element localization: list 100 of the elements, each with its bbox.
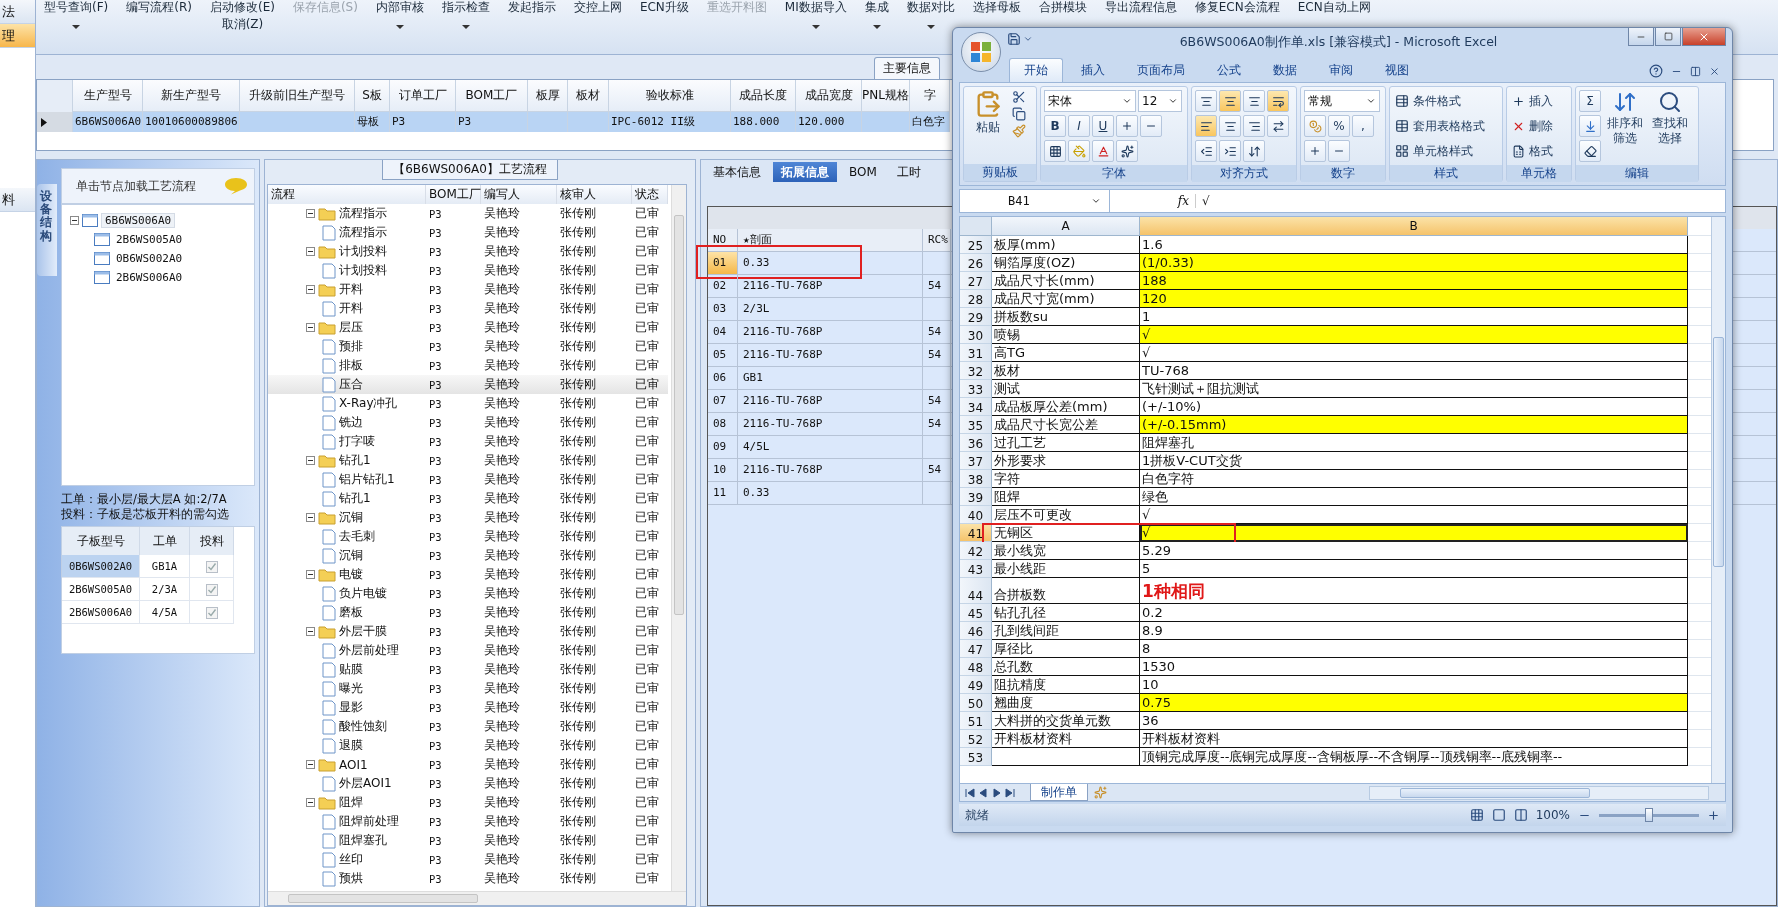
toolbar-button[interactable]: 选择母板 [972,0,1021,15]
toolbar-button[interactable]: ECN自动上网 [1297,0,1371,15]
toolbar-button[interactable]: 合拼模块 [1038,0,1087,15]
ribbon-tab[interactable]: 视图 [1371,58,1423,82]
close-icon[interactable] [1709,65,1720,77]
process-row[interactable]: 钻孔1 P3 吴艳玲 张传刚 已审 [268,489,668,508]
cut-icon[interactable] [1012,90,1026,104]
collapse-icon[interactable] [306,513,315,522]
group-tab[interactable]: 主要信息 [874,57,940,79]
align-top-icon[interactable] [1195,90,1217,112]
row-number[interactable]: 29 [960,308,992,326]
column-header[interactable]: S板 [355,80,390,112]
process-row[interactable]: 阻焊 P3 吴艳玲 张传刚 已审 [268,793,668,812]
column-header[interactable]: 生产型号 [73,80,143,112]
toolbar-button[interactable]: 型号查询(F) [44,0,109,15]
column-header[interactable]: 核审人 [557,185,632,204]
font-size-field[interactable]: 12 [1138,90,1182,112]
table-cell[interactable]: 1530 [1140,658,1688,676]
cells-button[interactable]: 删除 [1510,115,1555,137]
table-cell[interactable]: 开料板材资料 [1140,730,1688,748]
table-cell[interactable]: 10 [1140,676,1688,694]
table-cell[interactable]: 顶铜完成厚度--底铜完成厚度--含铜板厚--不含铜厚--顶残铜率--底残铜率-- [1140,748,1688,766]
process-row[interactable]: 负片电镀 P3 吴艳玲 张传刚 已审 [268,584,668,603]
process-row[interactable]: 沉铜 P3 吴艳玲 张传刚 已审 [268,546,668,565]
row-header[interactable] [37,112,73,132]
office-button[interactable] [961,32,1001,72]
table-cell[interactable]: 1 [1140,308,1688,326]
toolbar-button[interactable]: MI数据导入 [784,0,847,15]
column-header[interactable]: 成品长度 [731,80,796,112]
process-row[interactable]: 去毛刺 P3 吴艳玲 张传刚 已审 [268,527,668,546]
row-number[interactable]: 45 [960,604,992,622]
outdent-icon[interactable] [1195,140,1217,162]
column-header[interactable]: PNL规格 [862,80,910,112]
sheet-tab[interactable]: 制作单 [1030,784,1088,801]
toolbar-button[interactable]: 启动修改(E) [209,0,275,15]
row-number[interactable]: 01 [708,252,738,274]
table-cell[interactable]: 1种相同 [1140,578,1688,604]
table-cell[interactable]: (+/-0.15mm) [1140,416,1688,434]
table-cell[interactable]: 120 [1140,290,1688,308]
process-row[interactable]: 电镀 P3 吴艳玲 张传刚 已审 [268,565,668,584]
column-header[interactable]: 状态 [632,185,668,204]
checkbox[interactable] [205,584,218,596]
process-row[interactable]: 流程指示 P3 吴艳玲 张传刚 已审 [268,204,668,223]
table-cell[interactable]: 0B6WS002A0 [62,555,140,578]
table-cell[interactable]: 1拼板V-CUT交货 [1140,452,1688,470]
align-center-icon[interactable] [1219,115,1241,137]
row-number[interactable]: 32 [960,362,992,380]
column-header[interactable]: A [992,217,1140,236]
fill-down-icon[interactable] [1579,115,1601,137]
collapse-icon[interactable] [306,570,315,579]
function-button[interactable]: fx [1116,194,1196,208]
table-cell[interactable]: 0.75 [1140,694,1688,712]
sidebar-item[interactable]: 料 [0,188,35,212]
toolbar-button[interactable]: 内部审核 [375,0,424,15]
paste-button[interactable]: 粘贴 [967,90,1009,161]
vertical-tab[interactable]: 设备结构 [37,184,57,276]
grid-row[interactable]: 6B6WS006A0 10010600089806 母板 P3 P3 IPC-6012 II级 188.000 120.000 白色字 [37,112,950,132]
sidebar-item[interactable]: 理 [0,24,35,48]
sidebar-item[interactable]: 法 [0,0,35,24]
toolbar-button[interactable]: 编写流程(R) [126,0,192,15]
caret-icon[interactable] [72,25,81,29]
row-number[interactable]: 30 [960,326,992,344]
column-header[interactable]: 子板型号 [62,527,140,555]
column-header[interactable]: 成品宽度 [796,80,862,112]
normal-view-icon[interactable] [1469,808,1484,822]
toolbar-button[interactable]: 发起指示 [507,0,556,15]
copy-icon[interactable] [1012,107,1026,121]
column-header[interactable]: RC% [923,229,951,251]
table-cell[interactable]: 飞针测试＋阻抗测试 [1140,380,1688,398]
tree-node[interactable]: 0B6WS002A0 [113,252,186,265]
row-number[interactable]: 06 [708,367,738,389]
align-middle-icon[interactable] [1219,90,1241,112]
row-number[interactable]: 43 [960,560,992,578]
table-cell[interactable]: 1.6 [1140,236,1688,254]
eraser-icon[interactable] [1579,140,1601,162]
process-row[interactable]: 外层AOI1 P3 吴艳玲 张传刚 已审 [268,774,668,793]
tab[interactable]: 基本信息 [705,162,769,182]
process-row[interactable]: 贴膜 P3 吴艳玲 张传刚 已审 [268,660,668,679]
table-cell[interactable]: 2B6WS005A0 [62,578,140,601]
process-row[interactable]: 开料 P3 吴艳玲 张传刚 已审 [268,299,668,318]
process-row[interactable]: 丝印 P3 吴艳玲 张传刚 已审 [268,850,668,869]
process-row[interactable]: 钻孔1 P3 吴艳玲 张传刚 已审 [268,451,668,470]
table-cell[interactable]: √ [1140,524,1688,542]
table-cell[interactable]: (1/0.33) [1140,254,1688,272]
column-header[interactable]: ★剖面 [738,229,923,251]
horizontal-scrollbar[interactable] [1369,785,1709,800]
row-number[interactable]: 31 [960,344,992,362]
row-number[interactable]: 26 [960,254,992,272]
ribbon-tab[interactable]: 公式 [1203,58,1255,82]
minimize-button[interactable] [1628,28,1654,46]
toolbar-button[interactable]: 修复ECN会流程 [1194,0,1280,15]
row-number[interactable]: 33 [960,380,992,398]
row-number[interactable]: 27 [960,272,992,290]
align-left-icon[interactable] [1195,115,1217,137]
process-row[interactable]: 预排 P3 吴艳玲 张传刚 已审 [268,337,668,356]
style-button[interactable]: 单元格样式 [1393,140,1487,162]
column-header[interactable]: 板厚 [528,80,568,112]
table-cell[interactable]: TU-768 [1140,362,1688,380]
process-row[interactable]: 预烘 P3 吴艳玲 张传刚 已审 [268,869,668,888]
row-number[interactable]: 09 [708,436,738,458]
